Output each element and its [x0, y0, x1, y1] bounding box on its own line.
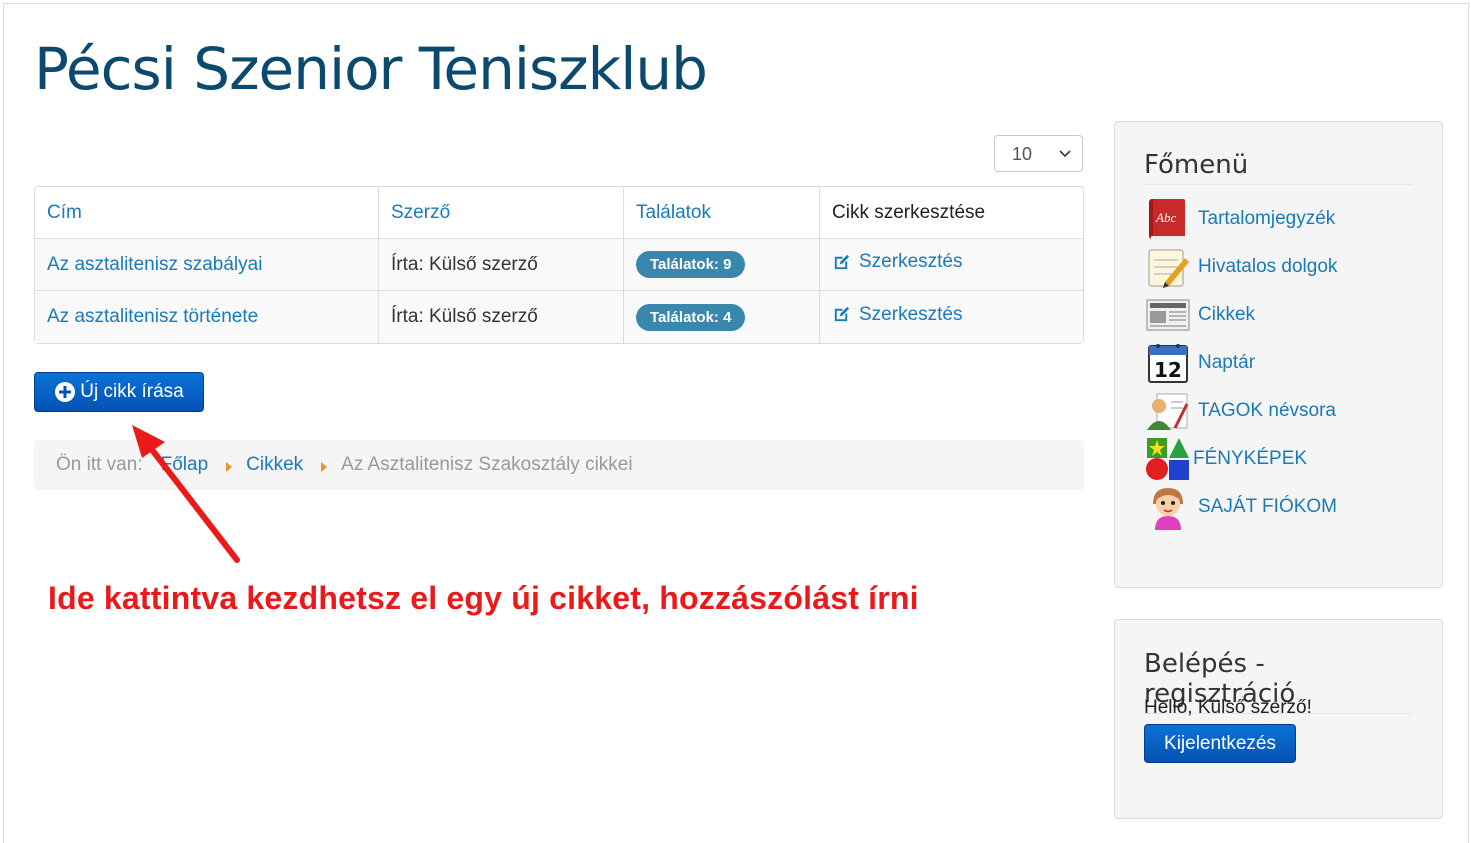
shapes-icon — [1146, 438, 1189, 480]
articles-table: Cím Szerző Találatok Cikk szerkesztése A… — [34, 186, 1084, 344]
newspaper-icon — [1146, 299, 1190, 331]
breadcrumb-current: Az Asztalitenisz Szakosztály cikkei — [341, 454, 633, 475]
new-article-button[interactable]: Új cikk írása — [34, 372, 204, 412]
menu-item-naptar[interactable]: 12 Naptár — [1145, 341, 1255, 385]
article-author: Írta: Külső szerző — [391, 253, 538, 275]
table-row: Az asztalitenisz szabályai Írta: Külső s… — [35, 239, 1083, 291]
article-title-link[interactable]: Az asztalitenisz története — [47, 306, 258, 327]
book-icon: Abc — [1149, 199, 1185, 240]
main-menu-title: Főmenü — [1144, 150, 1414, 185]
column-header-edit: Cikk szerkesztése — [820, 187, 1083, 239]
menu-item-tagok-nevsora[interactable]: TAGOK névsora — [1145, 389, 1336, 433]
breadcrumb-item-articles[interactable]: Cikkek — [246, 454, 303, 476]
edit-link[interactable]: Szerkesztés — [832, 251, 962, 273]
annotation-text: Ide kattintva kezdhetsz el egy új cikket… — [48, 580, 919, 616]
list-limit-select[interactable]: 10 — [994, 135, 1083, 172]
article-author: Írta: Külső szerző — [391, 306, 538, 327]
new-article-label: Új cikk írása — [80, 381, 184, 402]
hits-badge: Találatok: 9 — [636, 251, 746, 278]
main-menu-module: Főmenü Abc Tartalomjegyzék Hivatalos dol… — [1114, 121, 1443, 588]
calendar-icon: 12 — [1148, 344, 1188, 383]
avatar-icon — [1153, 488, 1183, 530]
annotation-arrow-icon — [132, 425, 240, 563]
menu-item-hivatalos-dolgok[interactable]: Hivatalos dolgok — [1145, 245, 1337, 289]
breadcrumb-separator-icon — [321, 462, 328, 472]
members-icon — [1147, 393, 1189, 430]
edit-icon — [834, 254, 850, 269]
login-module: Belépés - regisztráció Helló, Külső szer… — [1114, 619, 1443, 819]
menu-item-fenykepek[interactable]: FÉNYKÉPEK — [1145, 437, 1307, 481]
edit-icon — [834, 307, 850, 322]
column-header-title[interactable]: Cím — [35, 187, 379, 239]
menu-item-tartalomjegyzek[interactable]: Abc Tartalomjegyzék — [1145, 197, 1335, 241]
article-title-link[interactable]: Az asztalitenisz szabályai — [47, 254, 262, 275]
column-header-author[interactable]: Szerző — [379, 187, 624, 239]
hits-badge: Találatok: 4 — [636, 303, 746, 331]
svg-text:Abc: Abc — [1155, 210, 1176, 225]
chevron-down-icon — [1059, 150, 1071, 158]
logout-button[interactable]: Kijelentkezés — [1144, 724, 1296, 763]
menu-item-sajat-fiokom[interactable]: SAJÁT FIÓKOM — [1145, 485, 1337, 530]
svg-text:12: 12 — [1154, 358, 1182, 382]
table-header-row: Cím Szerző Találatok Cikk szerkesztése — [35, 187, 1083, 239]
column-header-hits[interactable]: Találatok — [624, 187, 820, 239]
menu-item-cikkek[interactable]: Cikkek — [1145, 293, 1255, 337]
plus-circle-icon — [55, 382, 76, 402]
list-limit-value: 10 — [1012, 144, 1033, 164]
notepad-icon — [1148, 249, 1189, 288]
edit-link[interactable]: Szerkesztés — [832, 304, 962, 326]
table-row: Az asztalitenisz története Írta: Külső s… — [35, 291, 1083, 343]
site-title[interactable]: Pécsi Szenior Teniszklub — [34, 36, 708, 103]
greeting-text: Helló, Külső szerző! — [1144, 697, 1312, 718]
